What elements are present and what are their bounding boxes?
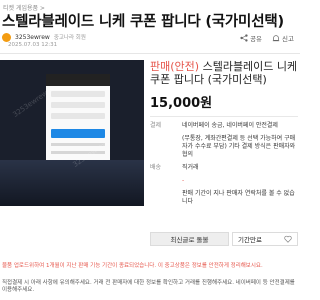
field-value: 판매 기간이 지나 판매자 연락처를 볼 수 없습니다	[182, 190, 295, 205]
product-title: 판매(안전) 스텔라블레이드 니케 쿠폰 팝니다 (국가미선택)	[150, 60, 298, 86]
share-label: 공유	[250, 35, 263, 43]
price: 15,000원	[150, 96, 213, 111]
product-image[interactable]: 3253ewrew 3253ewrew	[0, 60, 144, 206]
expiry-notice: 물품 업로드위하여 1개월이 지난 판매 기능 기간이 종료되었습니다. 이 중…	[0, 259, 300, 274]
title-row: 스텔라블레이드 니케 쿠폰 팝니다 (국가미선택)	[0, 8, 300, 32]
member-level: 중고나라 회원	[53, 35, 86, 41]
expired-label: 기간만료	[238, 236, 262, 244]
siren-icon	[272, 35, 280, 42]
report-button[interactable]: 신고	[272, 33, 294, 43]
latest-post-button[interactable]: 최신글로 돌볼	[150, 232, 229, 246]
location-field: -	[150, 177, 298, 185]
payment-field: 결제 네이버페이 송금, 네이버페이 안전결제	[150, 122, 298, 130]
delivery-field: 배송 직거래	[150, 164, 298, 172]
action-buttons: 최신글로 돌볼 기간만료	[150, 232, 298, 246]
field-value: -	[182, 177, 185, 184]
post-title: 스텔라블레이드 니케 쿠폰 팝니다 (국가미선택)	[2, 13, 284, 30]
report-label: 신고	[282, 35, 294, 43]
field-label	[150, 135, 182, 159]
heart-icon	[284, 235, 292, 243]
divider	[150, 116, 298, 117]
field-label	[150, 190, 182, 206]
watermark: 3253ewrew	[11, 89, 50, 119]
field-value: 직거래	[182, 164, 199, 171]
post-body: 직접결제 시 아래 사항에 유의해주세요. 거래 전 판매자에 대한 정보를 확…	[2, 280, 295, 293]
contact-field: 판매 기간이 지나 판매자 연락처를 볼 수 없습니다	[150, 190, 298, 206]
field-label: 배송	[150, 164, 162, 171]
avatar[interactable]	[2, 32, 11, 42]
latest-post-label: 최신글로 돌볼	[170, 236, 209, 244]
product-detail: 판매(안전) 스텔라블레이드 니케 쿠폰 팝니다 (국가미선택) 15,000원…	[150, 60, 298, 206]
expired-button[interactable]: 기간만료	[232, 232, 298, 246]
share-button[interactable]: 공유	[240, 33, 262, 43]
image-blur	[0, 160, 144, 206]
author-name[interactable]: 3253ewrew	[15, 34, 50, 41]
field-label: 결제	[150, 122, 162, 129]
post-date: 2025.07.03 12:31	[8, 42, 58, 48]
field-value: (무통장, 계좌간편결제 등 선택 가능하여 구매자가 수수료 부담) 기타 결…	[182, 135, 296, 158]
share-icon	[240, 34, 248, 42]
sale-badge: 판매(안전)	[150, 60, 200, 73]
field-label	[150, 177, 182, 185]
field-value: 네이버페이 송금, 네이버페이 안전결제	[182, 122, 278, 129]
divider	[0, 53, 300, 54]
payment-note-field: (무통장, 계좌간편결제 등 선택 가능하여 구매자가 수수료 부담) 기타 결…	[150, 135, 298, 159]
post-actions: 공유 신고	[240, 33, 294, 43]
